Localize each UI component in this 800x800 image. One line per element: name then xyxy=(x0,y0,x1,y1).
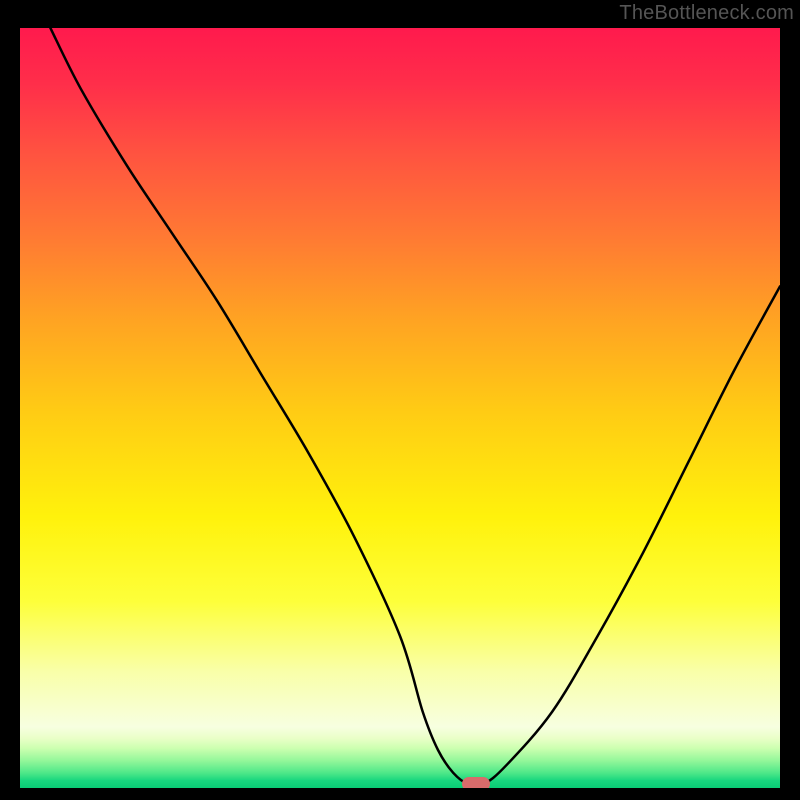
watermark-text: TheBottleneck.com xyxy=(619,2,794,25)
plot-area xyxy=(20,28,780,788)
bottleneck-curve xyxy=(20,28,780,788)
chart-frame: TheBottleneck.com xyxy=(0,0,800,800)
optimal-point-marker xyxy=(462,777,490,788)
